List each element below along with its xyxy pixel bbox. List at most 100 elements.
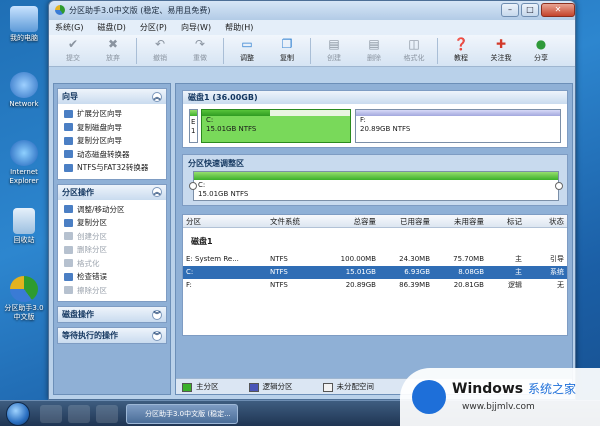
pending-ops-header[interactable]: 等待执行的操作 ︾	[58, 328, 166, 343]
minimize-button[interactable]: –	[501, 3, 519, 17]
desktop-icon-label: 回收站	[13, 236, 35, 244]
desktop-icon-computer[interactable]: 我的电脑	[2, 6, 46, 43]
desktop-icon-label: 我的电脑	[10, 34, 38, 42]
taskbar-window-button[interactable]: 分区助手3.0中文版 (稳定...	[126, 404, 238, 424]
wizard-section-header[interactable]: 向导 ︽	[58, 89, 166, 104]
wizard-item-icon	[64, 136, 73, 145]
pending-ops-section: 等待执行的操作 ︾	[57, 327, 167, 344]
op-format[interactable]: 格式化	[64, 257, 162, 271]
table-row[interactable]: E: System Re... NTFS 100.00MB 24.30MB 75…	[183, 253, 567, 266]
column-header[interactable]: 状态	[525, 215, 567, 227]
op-resize-move[interactable]: 调整/移动分区	[64, 203, 162, 217]
menu-system[interactable]: 系统(G)	[55, 22, 83, 33]
cell-total: 100.00MB	[340, 255, 376, 263]
item-label: 创建分区	[77, 231, 107, 241]
app-window: 分区助手3.0中文版 (稳定、易用且免费) – □ ✕ 系统(G) 磁盘(D) …	[48, 0, 576, 400]
resize-button[interactable]: ▭ 调整	[227, 35, 267, 63]
op-wipe-partition[interactable]: 擦除分区	[64, 284, 162, 298]
section-title: 分区操作	[62, 187, 94, 197]
table-row[interactable]: F: NTFS 20.89GB 86.39MB 20.81GB 逻辑 无	[183, 279, 567, 292]
disk-ops-header[interactable]: 磁盘操作 ︾	[58, 307, 166, 322]
window-title: 分区助手3.0中文版 (稳定、易用且免费)	[69, 6, 211, 15]
undo-button[interactable]: ↶ 撤销	[140, 35, 180, 63]
windows-logo-icon	[412, 380, 446, 414]
column-header[interactable]: 已用容量	[379, 215, 433, 227]
item-label: 调整/移动分区	[77, 204, 125, 214]
menu-help[interactable]: 帮助(H)	[225, 22, 253, 33]
internet-explorer-icon	[10, 140, 38, 166]
resize-handle-left[interactable]	[189, 182, 197, 190]
desktop-icon-partition-assistant[interactable]: 分区助手3.0中文版	[2, 276, 46, 322]
maximize-button[interactable]: □	[521, 3, 539, 17]
menu-partition[interactable]: 分区(P)	[140, 22, 167, 33]
cell-status: 系统	[550, 268, 564, 276]
op-check-errors[interactable]: 检查错误	[64, 270, 162, 284]
disk-map-partition-e[interactable]: E 1	[189, 109, 198, 143]
submit-button[interactable]: ✔ 提交	[53, 35, 93, 63]
collapse-icon[interactable]: ︽	[152, 91, 162, 102]
column-header[interactable]: 总容量	[325, 215, 379, 227]
column-header[interactable]: 分区	[183, 215, 267, 227]
toolbar-label: 删除	[367, 54, 381, 62]
column-header[interactable]: 未用容量	[433, 215, 487, 227]
item-label: 删除分区	[77, 245, 107, 255]
menu-disk[interactable]: 磁盘(D)	[97, 22, 125, 33]
wizard-item-icon	[64, 163, 73, 172]
item-label: 扩展分区向导	[77, 109, 122, 119]
wizard-dynamic-disk[interactable]: 动态磁盘转换器	[64, 148, 162, 162]
expand-icon[interactable]: ︾	[152, 330, 162, 341]
create-icon: ▤	[328, 37, 340, 51]
partition-name: C:	[198, 181, 206, 189]
taskbar-explorer-icon[interactable]	[68, 405, 90, 423]
wizard-ntfs-fat32[interactable]: NTFS与FAT32转换器	[64, 161, 162, 175]
collapse-icon[interactable]: ︽	[152, 187, 162, 197]
partition-ops-header[interactable]: 分区操作 ︽	[58, 184, 166, 200]
computer-icon	[10, 6, 38, 32]
partition-assistant-icon	[10, 276, 38, 302]
wizard-copy-partition[interactable]: 复制分区向导	[64, 134, 162, 148]
title-bar[interactable]: 分区助手3.0中文版 (稳定、易用且免费) – □ ✕	[49, 1, 575, 20]
toolbar-separator	[437, 38, 438, 64]
format-button[interactable]: ◫ 格式化	[394, 35, 434, 63]
disk-map-partition-f[interactable]: F: 20.89GB NTFS	[355, 109, 561, 143]
op-delete-partition[interactable]: 删除分区	[64, 243, 162, 257]
expand-icon[interactable]: ︾	[152, 309, 162, 320]
desktop-icon-network[interactable]: Network	[2, 72, 46, 109]
create-button[interactable]: ▤ 创建	[314, 35, 354, 63]
op-copy-partition[interactable]: 复制分区	[64, 216, 162, 230]
op-create-partition[interactable]: 创建分区	[64, 230, 162, 244]
column-header[interactable]: 标记	[487, 215, 525, 227]
column-header[interactable]: 文件系统	[267, 215, 325, 227]
desktop-icon-ie[interactable]: Internet Explorer	[2, 140, 46, 186]
resize-handle-right[interactable]	[555, 182, 563, 190]
partition-table: 分区 文件系统 总容量 已用容量 未用容量 标记 状态 磁盘1 E: Syste…	[182, 214, 568, 336]
tutorial-button[interactable]: ❓ 教程	[441, 35, 481, 63]
redo-button[interactable]: ↷ 重做	[180, 35, 220, 63]
disk-map-partition-c[interactable]: C: 15.01GB NTFS	[201, 109, 351, 143]
desktop-icon-recycle[interactable]: 回收站	[2, 208, 46, 245]
menu-wizard[interactable]: 向导(W)	[181, 22, 211, 33]
partition-info: 15.01GB NTFS	[198, 190, 249, 198]
table-row-selected[interactable]: C: NTFS 15.01GB 6.93GB 8.08GB 主 系统	[183, 266, 567, 279]
start-button[interactable]	[6, 402, 30, 426]
close-button[interactable]: ✕	[541, 3, 575, 17]
left-panel: 向导 ︽ 扩展分区向导 复制磁盘向导 复制分区向导 动态磁盘转换器 NTFS与FA…	[53, 83, 171, 395]
quick-resize-bar[interactable]: C: 15.01GB NTFS	[193, 171, 559, 201]
copy-button[interactable]: ❐ 复制	[267, 35, 307, 63]
share-button[interactable]: ● 分享	[521, 35, 561, 63]
delete-button[interactable]: ▤ 删除	[354, 35, 394, 63]
cell-partition: E: System Re...	[186, 255, 239, 263]
toolbar: ✔ 提交 ✖ 放弃 ↶ 撤销 ↷ 重做 ▭ 调整 ❐ 复制 ▤ 创建 ▤ 删除 ◫ 格式化 ❓ 教程…	[49, 35, 575, 67]
follow-button[interactable]: ✚ 关注我	[481, 35, 521, 63]
op-icon	[64, 218, 73, 227]
wizard-copy-disk[interactable]: 复制磁盘向导	[64, 121, 162, 135]
cell-flag: 逻辑	[508, 281, 522, 289]
toolbar-label: 格式化	[403, 54, 425, 62]
taskbar-media-icon[interactable]	[96, 405, 118, 423]
wizard-extend-partition[interactable]: 扩展分区向导	[64, 107, 162, 121]
taskbar-ie-icon[interactable]	[40, 405, 62, 423]
legend-swatch	[248, 382, 259, 392]
op-icon	[64, 232, 73, 241]
watermark-subtitle: 系统之家	[528, 382, 577, 396]
discard-button[interactable]: ✖ 放弃	[93, 35, 133, 63]
